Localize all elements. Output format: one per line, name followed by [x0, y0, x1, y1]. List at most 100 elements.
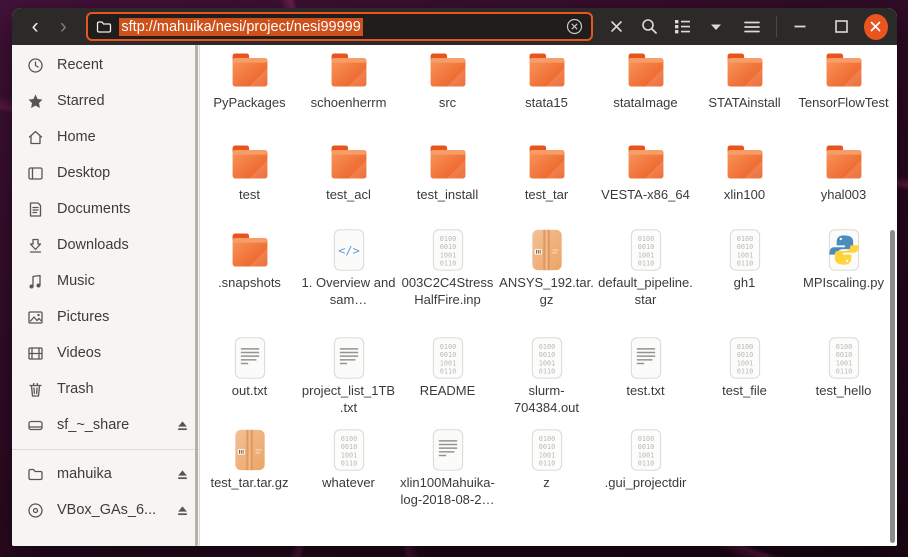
file-item[interactable]: test_install	[398, 140, 497, 228]
sidebar-item-starred[interactable]: Starred	[12, 83, 199, 119]
sidebar-item-videos[interactable]: Videos	[12, 335, 199, 371]
sidebar-item-mahuika[interactable]: mahuika	[12, 456, 199, 492]
file-item[interactable]: 1. Overview and sam…	[299, 228, 398, 336]
file-item[interactable]: README	[398, 336, 497, 428]
text-file-icon	[326, 336, 372, 380]
folder-icon	[623, 48, 669, 92]
folder-icon	[722, 48, 768, 92]
back-button[interactable]: ‹	[21, 12, 49, 42]
folder-icon	[821, 48, 867, 92]
sidebar-item-pictures[interactable]: Pictures	[12, 299, 199, 335]
file-item[interactable]: test_acl	[299, 140, 398, 228]
folder-icon	[227, 48, 273, 92]
maximize-button[interactable]	[825, 12, 858, 42]
folder-icon	[821, 140, 867, 184]
file-manager-window: ‹ › sftp://mahuika/nesi/project/nesi9999…	[12, 8, 897, 546]
header-separator	[775, 16, 777, 37]
film-icon	[28, 346, 43, 360]
file-item[interactable]: test_tar.tar.gz	[200, 428, 299, 546]
file-item[interactable]: src	[398, 48, 497, 140]
file-item[interactable]: whatever	[299, 428, 398, 546]
binary-file-icon	[326, 428, 372, 472]
file-item[interactable]: out.txt	[200, 336, 299, 428]
sidebar-item-documents[interactable]: Documents	[12, 191, 199, 227]
download-icon	[29, 238, 42, 253]
address-bar[interactable]: sftp://mahuika/nesi/project/nesi99999	[86, 12, 594, 41]
hamburger-menu-icon	[744, 21, 761, 32]
sidebar-item-trash[interactable]: Trash	[12, 371, 199, 407]
sidebar-item-other-locations[interactable]: Other Locations	[12, 540, 199, 546]
folder-icon	[524, 48, 570, 92]
sidebar-item-sf-share[interactable]: sf_~_share	[12, 407, 199, 443]
content-scrollbar[interactable]	[890, 230, 895, 543]
folder-icon	[722, 140, 768, 184]
file-item[interactable]: 003C2C4StressHalfFire.inp	[398, 228, 497, 336]
folder-icon	[227, 140, 273, 184]
file-item[interactable]: .gui_projectdir	[596, 428, 695, 546]
file-item[interactable]: project_list_1TB.txt	[299, 336, 398, 428]
binary-file-icon	[821, 336, 867, 380]
view-toggle-button[interactable]	[666, 12, 699, 42]
file-item[interactable]: TensorFlowTest	[794, 48, 893, 140]
sidebar-item-downloads[interactable]: Downloads	[12, 227, 199, 263]
close-button[interactable]	[863, 13, 889, 40]
sidebar-item-recent[interactable]: Recent	[12, 47, 199, 83]
clock-icon	[28, 57, 43, 73]
file-item[interactable]: z	[497, 428, 596, 546]
minimize-button[interactable]	[784, 12, 817, 42]
file-item[interactable]: STATAinstall	[695, 48, 794, 140]
eject-icon[interactable]	[176, 419, 189, 432]
menu-button[interactable]	[736, 12, 769, 42]
file-item[interactable]: test	[200, 140, 299, 228]
document-icon	[29, 201, 42, 217]
folder-icon	[227, 228, 273, 272]
file-item[interactable]: slurm-704384.out	[497, 336, 596, 428]
remote-folder-icon	[28, 468, 43, 480]
search-button[interactable]	[633, 12, 666, 42]
file-item[interactable]: test_tar	[497, 140, 596, 228]
file-item[interactable]: stata15	[497, 48, 596, 140]
file-grid[interactable]: PyPackages schoenherrm src stata15 stata…	[200, 45, 897, 546]
sidebar-scrollbar[interactable]	[195, 45, 198, 546]
file-item[interactable]: xlin100	[695, 140, 794, 228]
binary-file-icon	[623, 228, 669, 272]
sidebar-item-home[interactable]: Home	[12, 119, 199, 155]
sidebar-item-vbox-gas[interactable]: VBox_GAs_6...	[12, 492, 199, 528]
cancel-location-button[interactable]	[600, 12, 633, 42]
file-item[interactable]: xlin100Mahuika-log-2018-08-2…	[398, 428, 497, 546]
file-item[interactable]: test_file	[695, 336, 794, 428]
file-item[interactable]: yhal003	[794, 140, 893, 228]
file-item[interactable]: VESTA-x86_64	[596, 140, 695, 228]
file-item[interactable]: ANSYS_192.tar.gz	[497, 228, 596, 336]
code-file-icon	[326, 228, 372, 272]
clear-address-icon[interactable]	[566, 18, 583, 35]
text-file-icon	[425, 428, 471, 472]
binary-file-icon	[524, 428, 570, 472]
file-item[interactable]: test.txt	[596, 336, 695, 428]
file-item[interactable]: default_pipeline.star	[596, 228, 695, 336]
star-icon	[28, 94, 43, 108]
eject-icon[interactable]	[176, 468, 189, 481]
text-file-icon	[623, 336, 669, 380]
desktop-wallpaper: ‹ › sftp://mahuika/nesi/project/nesi9999…	[0, 0, 908, 557]
file-item[interactable]: stataImage	[596, 48, 695, 140]
binary-file-icon	[524, 336, 570, 380]
file-item[interactable]: test_hello	[794, 336, 893, 428]
trash-icon	[29, 382, 42, 397]
binary-file-icon	[425, 336, 471, 380]
view-options-button[interactable]	[699, 12, 732, 42]
folder-icon	[326, 48, 372, 92]
binary-file-icon	[722, 228, 768, 272]
sidebar-item-music[interactable]: Music	[12, 263, 199, 299]
eject-icon[interactable]	[176, 504, 189, 517]
file-item[interactable]: schoenherrm	[299, 48, 398, 140]
chevron-down-icon	[710, 24, 721, 30]
sidebar-item-desktop[interactable]: Desktop	[12, 155, 199, 191]
file-item[interactable]: .snapshots	[200, 228, 299, 336]
file-item[interactable]: PyPackages	[200, 48, 299, 140]
forward-button[interactable]: ›	[49, 12, 77, 42]
location-folder-icon	[97, 20, 112, 33]
file-item[interactable]: MPIscaling.py	[794, 228, 893, 336]
address-text[interactable]: sftp://mahuika/nesi/project/nesi99999	[119, 17, 363, 36]
file-item[interactable]: gh1	[695, 228, 794, 336]
